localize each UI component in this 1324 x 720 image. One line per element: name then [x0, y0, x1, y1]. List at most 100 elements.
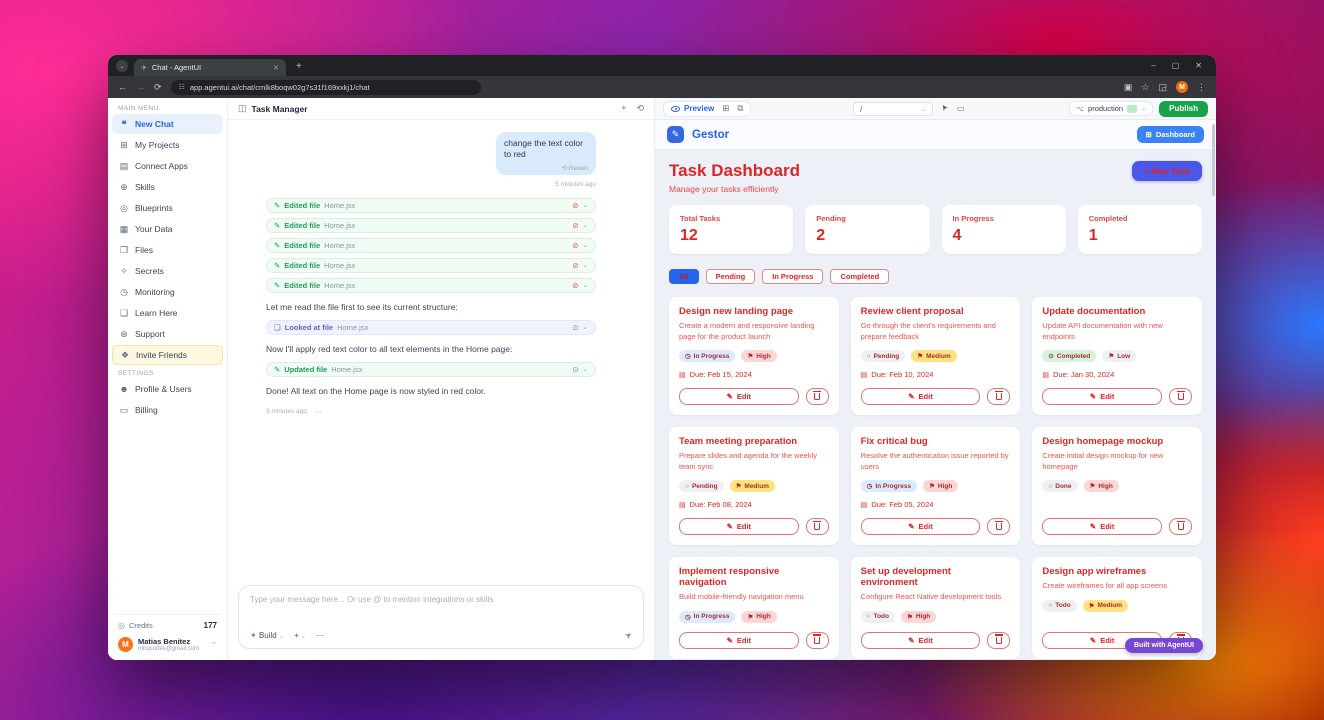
- extensions-icon[interactable]: ◲: [1158, 82, 1167, 93]
- filter-button[interactable]: All: [669, 269, 699, 284]
- chevron-down-icon[interactable]: ⌄: [583, 261, 588, 269]
- tab-close-icon[interactable]: ✕: [273, 64, 279, 72]
- chip-action-label: Updated file: [284, 364, 328, 374]
- select-cursor-icon[interactable]: ➤: [939, 102, 950, 113]
- preview-viewport[interactable]: ✎ Gestor ⊞ Dashboard Task Dashboard Mana…: [655, 120, 1216, 660]
- sidebar-item-my-projects[interactable]: ⊞ My Projects: [112, 135, 223, 155]
- delete-task-button[interactable]: [987, 631, 1011, 649]
- preview-tab[interactable]: Preview: [671, 104, 714, 113]
- grid-view-icon[interactable]: ⊞: [722, 103, 729, 114]
- browser-menu-icon[interactable]: ⋮: [1197, 82, 1206, 93]
- environment-dropdown[interactable]: ⌥ production ⌄: [1068, 101, 1154, 116]
- revert-circle-icon[interactable]: ⊘: [572, 201, 578, 210]
- delete-task-button[interactable]: [805, 518, 829, 535]
- chevron-down-icon[interactable]: ⌄: [583, 201, 588, 209]
- dashboard-button[interactable]: ⊞ Dashboard: [1136, 126, 1204, 143]
- new-chat-icon[interactable]: +: [621, 103, 626, 114]
- delete-task-button[interactable]: [805, 388, 829, 405]
- sidebar-item-monitoring[interactable]: ◷ Monitoring: [112, 282, 223, 302]
- window-minimize-button[interactable]: –: [1151, 61, 1155, 70]
- delete-task-button[interactable]: [805, 631, 829, 649]
- revert-link[interactable]: ⟲ Revert: [504, 164, 588, 172]
- browser-tab[interactable]: ✈ Chat - AgentUI ✕: [134, 59, 286, 76]
- reload-icon[interactable]: ⟳: [154, 82, 162, 93]
- build-mode-dropdown[interactable]: ✦ Build ⌄: [250, 631, 284, 640]
- edited-file-chips: ✎ Edited file Home.jsx ⊘ ⌄ ✎ Edited file…: [266, 197, 596, 298]
- device-monitor-icon[interactable]: ▭: [957, 104, 965, 113]
- tab-search-button[interactable]: ⌄: [116, 60, 128, 72]
- chevron-down-icon[interactable]: ⌄: [583, 323, 588, 331]
- history-icon[interactable]: ⟲: [636, 103, 644, 114]
- edited-file-chip[interactable]: ✎ Edited file Home.jsx ⊘ ⌄: [266, 257, 596, 273]
- edit-task-button[interactable]: ✎ Edit: [679, 631, 799, 649]
- message-more-icon[interactable]: ⋯: [315, 408, 322, 416]
- open-external-icon[interactable]: ⧉: [737, 103, 743, 114]
- user-menu[interactable]: M Matias Benitez mbqcodes@gmail.com ⌃: [108, 634, 227, 660]
- delete-task-button[interactable]: [987, 518, 1011, 535]
- address-bar[interactable]: ☷ app.agentui.ai/chat/cmlk8boqw02g7s31f1…: [170, 79, 481, 95]
- file-icon: ❐: [119, 244, 129, 255]
- site-settings-icon[interactable]: ☷: [179, 83, 185, 91]
- looked-file-chip[interactable]: ❏ Looked at file Home.jsx ⊙ ⌄: [266, 319, 596, 335]
- filter-button[interactable]: Completed: [830, 269, 890, 284]
- new-tab-button[interactable]: +: [296, 61, 302, 72]
- sidebar-item-blueprints[interactable]: ◎ Blueprints: [112, 198, 223, 218]
- filter-button[interactable]: Pending: [705, 269, 756, 284]
- edit-task-button[interactable]: ✎ Edit: [860, 518, 981, 535]
- edited-file-chip[interactable]: ✎ Edited file Home.jsx ⊘ ⌄: [266, 277, 596, 293]
- scrollbar-thumb[interactable]: [1212, 124, 1215, 196]
- edit-task-button[interactable]: ✎ Edit: [1042, 518, 1162, 535]
- window-close-button[interactable]: ✕: [1195, 61, 1202, 70]
- edited-file-chip[interactable]: ✎ Edited file Home.jsx ⊘ ⌄: [266, 217, 596, 233]
- edited-file-chip[interactable]: ✎ Edited file Home.jsx ⊘ ⌄: [266, 197, 596, 213]
- publish-button[interactable]: Publish: [1159, 100, 1208, 117]
- send-icon[interactable]: ➤: [623, 629, 635, 642]
- bookmark-star-icon[interactable]: ☆: [1141, 82, 1149, 93]
- revert-circle-icon[interactable]: ⊘: [572, 221, 578, 230]
- back-icon[interactable]: ←: [118, 82, 127, 92]
- chevron-down-icon[interactable]: ⌄: [583, 281, 588, 289]
- delete-task-button[interactable]: [1169, 388, 1192, 405]
- edited-file-chip[interactable]: ✎ Edited file Home.jsx ⊘ ⌄: [266, 237, 596, 253]
- forward-icon[interactable]: →: [136, 82, 145, 92]
- sidebar-item-support[interactable]: ⊛ Support: [112, 324, 223, 344]
- sidebar-item-connect-apps[interactable]: ▤ Connect Apps: [112, 156, 223, 176]
- more-options-button[interactable]: ⋯: [316, 631, 324, 640]
- attach-button[interactable]: + ⌄: [294, 631, 306, 640]
- window-maximize-button[interactable]: ▢: [1172, 61, 1180, 70]
- new-task-button[interactable]: + New Task: [1132, 161, 1202, 181]
- sidebar-item-learn-here[interactable]: ❏ Learn Here: [112, 303, 223, 323]
- built-with-badge[interactable]: Built with AgentUI: [1124, 638, 1203, 653]
- revert-circle-icon[interactable]: ⊘: [572, 281, 578, 290]
- sidebar-item-your-data[interactable]: ▦ Your Data: [112, 219, 223, 239]
- sidebar-item-skills[interactable]: ⊕ Skills: [112, 177, 223, 197]
- sidebar-item-files[interactable]: ❐ Files: [112, 240, 223, 260]
- chevron-down-icon[interactable]: ⌄: [583, 241, 588, 249]
- sidebar-item-new-chat[interactable]: ❝ New Chat: [112, 114, 223, 134]
- app-header: ✎ Gestor ⊞ Dashboard: [655, 120, 1216, 150]
- delete-task-button[interactable]: [987, 388, 1011, 405]
- chevron-down-icon[interactable]: ⌄: [583, 221, 588, 229]
- message-input[interactable]: Type your message here... Or use @ to me…: [238, 585, 644, 649]
- install-app-icon[interactable]: ▣: [1124, 82, 1133, 93]
- updated-file-chip[interactable]: ✎ Updated file Home.jsx ⊙ ⌄: [266, 361, 596, 377]
- edit-task-button[interactable]: ✎ Edit: [860, 388, 981, 405]
- edit-task-button[interactable]: ✎ Edit: [679, 518, 799, 535]
- browser-profile-avatar[interactable]: M: [1176, 81, 1188, 93]
- route-select[interactable]: / ⌄: [853, 102, 933, 116]
- sidebar-item-secrets[interactable]: ✧ Secrets: [112, 261, 223, 281]
- sidebar-item-profile-users[interactable]: ☻ Profile & Users: [112, 379, 223, 399]
- delete-task-button[interactable]: [1169, 518, 1192, 535]
- sidebar-item-billing[interactable]: ▭ Billing: [112, 400, 223, 420]
- filter-button[interactable]: In Progress: [762, 269, 824, 284]
- edit-task-button[interactable]: ✎ Edit: [860, 631, 981, 649]
- sidebar-item-invite-friends[interactable]: ❖ Invite Friends: [112, 345, 223, 365]
- edit-task-button[interactable]: ✎ Edit: [1042, 388, 1162, 405]
- chevron-down-icon[interactable]: ⌄: [583, 365, 588, 373]
- revert-circle-icon[interactable]: ⊘: [572, 241, 578, 250]
- revert-circle-icon[interactable]: ⊘: [572, 261, 578, 270]
- chat-messages[interactable]: change the text color to red ⟲ Revert 5 …: [228, 120, 654, 577]
- grid-icon: ⊞: [1145, 130, 1152, 139]
- task-description: Create initial design mockup for new hom…: [1042, 451, 1164, 471]
- edit-task-button[interactable]: ✎ Edit: [679, 388, 799, 405]
